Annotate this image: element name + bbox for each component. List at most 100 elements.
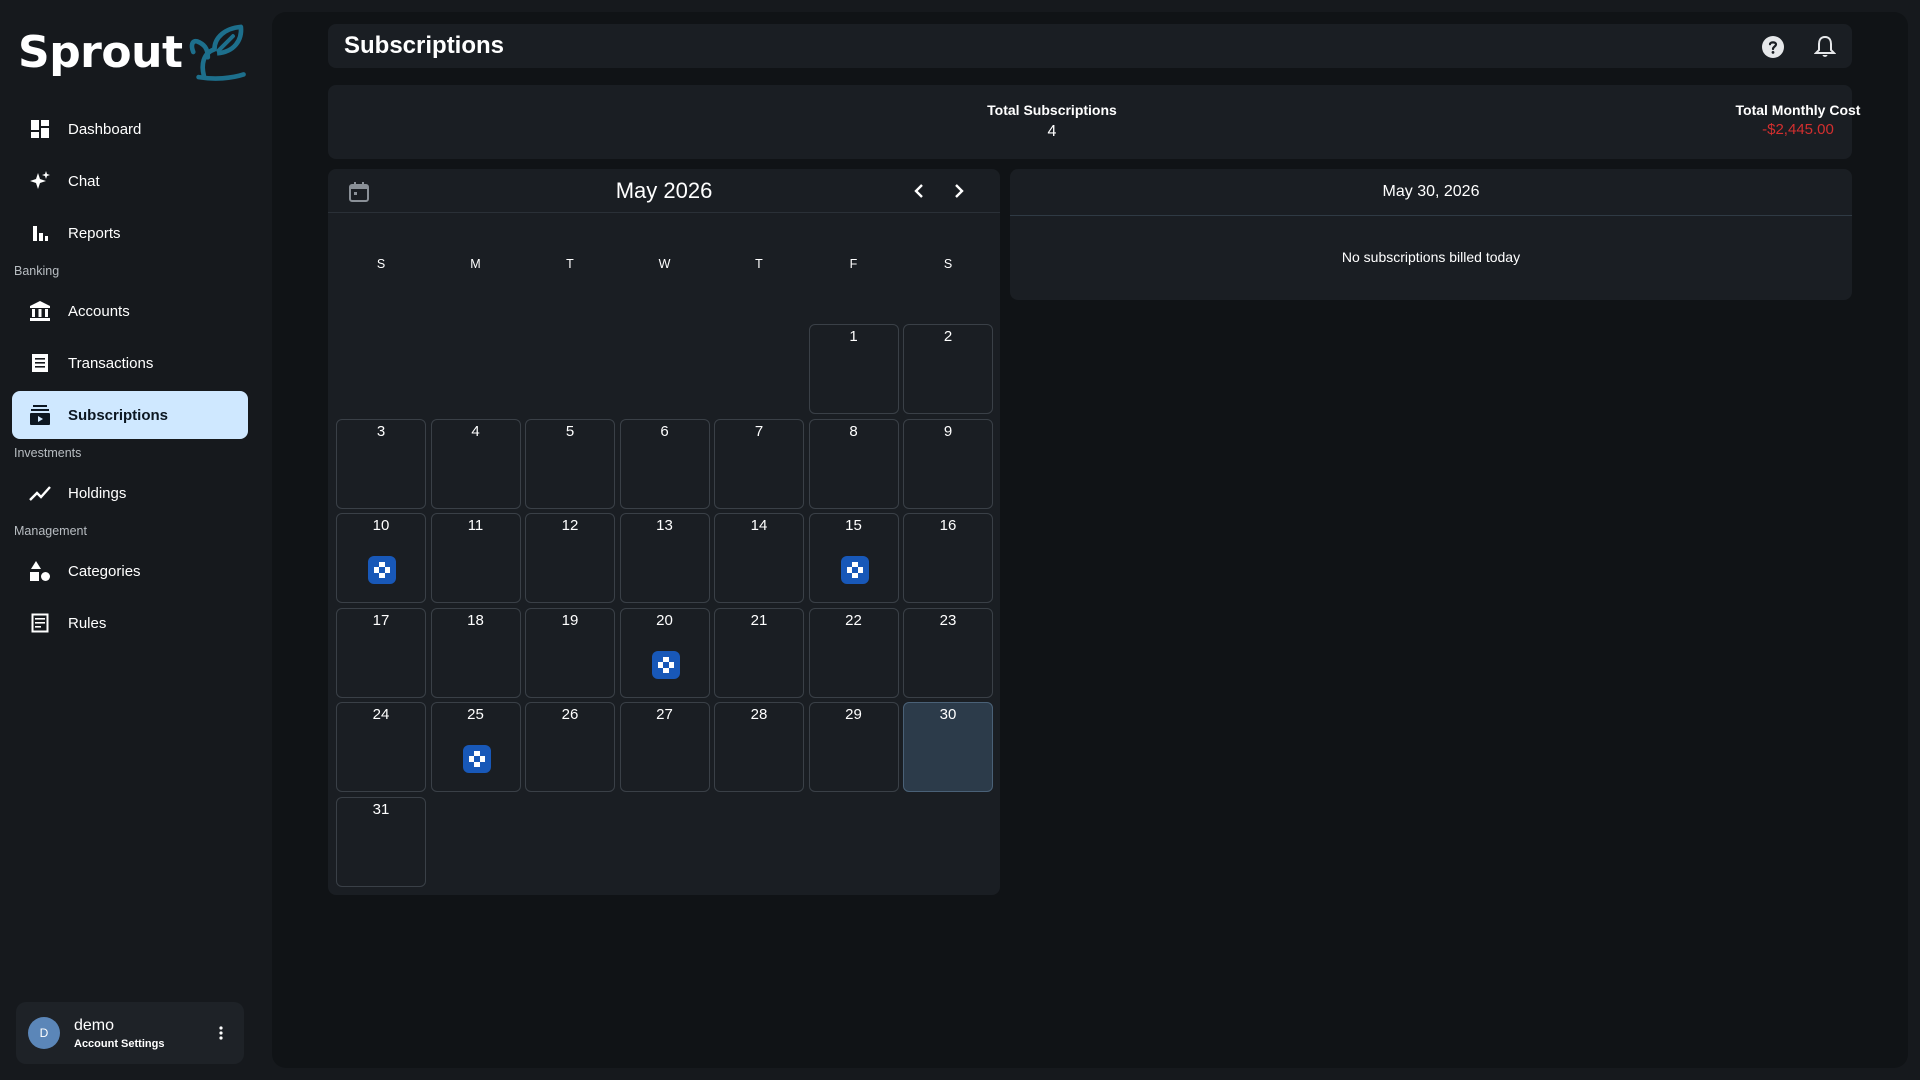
calendar-day-3[interactable]: 3 [336,418,426,509]
day-number: 21 [750,611,768,629]
subscription-logo-icon[interactable] [462,745,491,773]
calendar-day-14[interactable]: 14 [714,513,804,603]
calendar-day-7[interactable]: 7 [714,418,804,509]
calendar-day-20[interactable]: 20 [619,607,710,698]
calendar-day-5[interactable]: 5 [525,418,615,509]
calendar-icon[interactable] [348,181,370,203]
avatar: D [28,1017,60,1049]
sidebar-item-label: Accounts [68,302,130,320]
day-number: 10 [372,517,390,534]
sidebar-item-subscriptions[interactable]: Subscriptions [12,391,248,439]
calendar-day-15[interactable]: 15 [808,513,899,603]
calendar-day-25[interactable]: 25 [430,702,521,792]
day-number: 3 [376,422,386,440]
calendar-day-12[interactable]: 12 [525,513,615,603]
sidebar-item-categories[interactable]: Categories [12,547,248,595]
help-icon[interactable] [1760,34,1786,60]
calendar-day-27[interactable]: 27 [619,702,710,792]
app-logo[interactable]: Sprout [18,12,248,92]
page-title: Subscriptions [344,32,505,59]
calendar-day-9[interactable]: 9 [903,418,993,509]
sidebar-item-label: Dashboard [68,120,142,138]
calendar-day-23[interactable]: 23 [903,607,993,698]
weekday-label: W [658,257,671,271]
day-number: 25 [467,706,484,723]
calendar-day-10[interactable]: 10 [336,513,426,603]
subscription-logo-icon[interactable] [840,556,869,584]
calendar-blank-cell [336,324,426,414]
sidebar-item-chat[interactable]: Chat [12,157,248,205]
user-account-card[interactable]: D demo Account Settings [16,1002,244,1064]
sidebar-item-reports[interactable]: Reports [12,209,248,257]
categories-icon [28,559,52,583]
day-number: 8 [849,422,858,440]
calendar-day-24[interactable]: 24 [336,702,426,792]
calendar-day-17[interactable]: 17 [336,607,426,698]
day-number: 23 [939,611,957,629]
total-monthly-cost-label: Total Monthly Cost [1735,102,1861,118]
notification-bell-icon[interactable] [1812,34,1838,60]
weekday-label: T [755,257,763,271]
calendar-day-22[interactable]: 22 [808,607,899,698]
calendar-day-2[interactable]: 2 [903,324,993,414]
next-month-button[interactable] [948,180,970,202]
total-monthly-cost-stat: Total Monthly Cost -$2,445.00 [1648,102,1920,138]
calendar-day-4[interactable]: 4 [430,418,521,509]
calendar-day-13[interactable]: 13 [619,513,710,603]
total-subscriptions-stat: Total Subscriptions 4 [902,102,1202,141]
day-number: 31 [372,800,390,818]
sidebar: Sprout Dashboard Chat Reports Banking Ac… [0,0,260,1080]
sidebar-item-label: Chat [68,172,100,190]
calendar-day-6[interactable]: 6 [619,418,710,509]
sidebar-nav: Dashboard Chat Reports Banking Accounts [12,105,248,651]
subscription-logo-icon[interactable] [651,650,680,679]
day-number: 6 [660,422,669,440]
calendar-day-1[interactable]: 1 [808,324,899,414]
calendar-day-18[interactable]: 18 [430,607,521,698]
sidebar-item-transactions[interactable]: Transactions [12,339,248,387]
bank-icon [28,299,52,323]
calendar-day-19[interactable]: 19 [525,607,615,698]
calendar-day-29[interactable]: 29 [808,702,899,792]
previous-month-button[interactable] [908,180,930,202]
sidebar-item-holdings[interactable]: Holdings [12,469,248,517]
calendar-blank-cell [620,324,710,414]
day-number: 20 [656,611,673,629]
selected-date-label: May 30, 2026 [1010,169,1852,216]
calendar-day-30[interactable]: 30 [903,702,993,792]
subscription-logo-icon[interactable] [368,556,396,584]
sidebar-item-dashboard[interactable]: Dashboard [12,105,248,153]
sidebar-item-rules[interactable]: Rules [12,599,248,647]
day-number: 17 [372,611,390,629]
sidebar-item-label: Holdings [68,484,127,502]
calendar-day-21[interactable]: 21 [714,607,804,698]
calendar-day-11[interactable]: 11 [430,513,521,603]
section-label-investments: Investments [14,446,82,460]
section-label-management: Management [14,524,87,538]
total-subscriptions-label: Total Subscriptions [987,102,1117,118]
sprout-leaf-icon [190,24,247,81]
day-number: 24 [372,706,390,723]
dashboard-icon [28,117,52,141]
calendar-month-label: May 2026 [615,177,713,203]
day-number: 7 [754,422,764,440]
weekday-label: M [470,257,481,271]
day-number: 2 [943,328,953,345]
day-number: 27 [656,706,673,723]
day-number: 5 [565,422,575,440]
sidebar-item-label: Subscriptions [68,406,169,424]
calendar-blank-cell [431,324,521,414]
calendar-day-26[interactable]: 26 [525,702,615,792]
calendar-day-28[interactable]: 28 [714,702,804,792]
sidebar-item-accounts[interactable]: Accounts [12,287,248,335]
section-label-banking: Banking [14,264,60,278]
more-vert-icon[interactable] [212,1024,230,1042]
calendar-day-16[interactable]: 16 [903,513,993,603]
day-number: 22 [845,611,862,629]
main-content: Subscriptions Total Subscriptions 4 Tota… [272,12,1908,1068]
calendar-day-31[interactable]: 31 [336,796,426,887]
top-bar: Subscriptions [328,24,1852,68]
day-number: 12 [561,517,579,534]
calendar-day-8[interactable]: 8 [808,418,899,509]
day-number: 13 [656,517,673,534]
